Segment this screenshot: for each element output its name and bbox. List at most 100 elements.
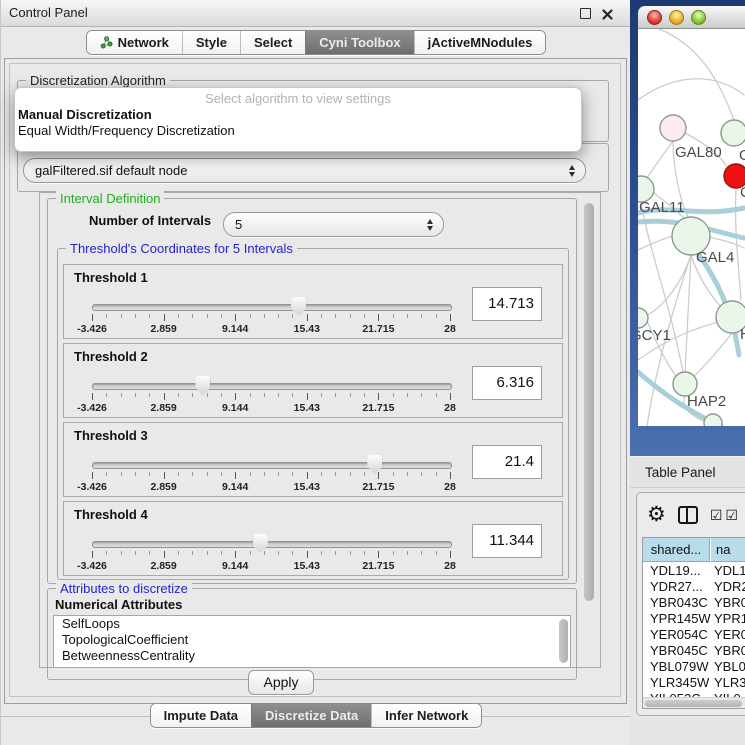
minimize-traffic-light-icon[interactable] — [669, 10, 684, 25]
tab-label: Discretize Data — [265, 708, 358, 723]
float-window-icon[interactable] — [580, 8, 591, 19]
network-edge[interactable] — [645, 316, 679, 380]
table-row[interactable]: YER054CYER0 — [643, 627, 745, 643]
table-row[interactable]: YPR145WYPR1 — [643, 611, 745, 627]
popup-options: Manual DiscretizationEqual Width/Frequen… — [15, 106, 581, 138]
close-traffic-light-icon[interactable] — [647, 10, 662, 25]
cell-name: YDR2 — [714, 579, 745, 595]
attribute-list-item[interactable]: SelfLoops — [54, 616, 570, 632]
network-node[interactable] — [660, 115, 686, 141]
cell-name: YPR1 — [714, 611, 745, 627]
table-row[interactable]: YBL079WYBL0 — [643, 659, 745, 675]
tab-jactivemnodules[interactable]: jActiveMNodules — [414, 31, 546, 54]
network-edge[interactable] — [659, 29, 734, 120]
tab-discretize-data[interactable]: Discretize Data — [251, 704, 371, 727]
checkbox-icon[interactable]: ☑ — [710, 507, 723, 524]
network-node[interactable] — [721, 120, 745, 146]
network-canvas[interactable]: GAL80GACGAL11GAL4GCY1HHAP2 — [638, 29, 745, 426]
attribute-list-item[interactable]: TopologicalCoefficient — [54, 632, 570, 648]
node-label: GAL11 — [639, 199, 685, 216]
node-label: GCY1 — [638, 327, 671, 344]
screen: Control Panel Network Style Select Cyni Too… — [0, 0, 745, 745]
gear-icon[interactable]: ⚙ — [647, 504, 666, 526]
table-data-combobox[interactable]: galFiltered.sif default node — [23, 158, 586, 183]
cell-name: YBR0 — [714, 595, 745, 611]
threshold-value-field[interactable]: 14.713 — [472, 287, 542, 321]
cell-shared-name: YDR27... — [650, 579, 703, 595]
tab-label: Cyni Toolbox — [319, 35, 400, 50]
cell-name: YLR3 — [714, 675, 745, 691]
table-panel-window: ⚙ ☑ ☑ shared... na YDL19...YDL1YDR27...Y… — [636, 492, 745, 716]
node-label: GAL4 — [696, 249, 734, 266]
bottom-segmented-control: Impute Data Discretize Data Infer Network — [150, 703, 483, 728]
popup-hint: Select algorithm to view settings — [15, 88, 581, 106]
slider-ticks — [92, 393, 450, 401]
cell-shared-name: YER054C — [650, 627, 708, 643]
node-label: H — [740, 326, 745, 343]
control-panel: Control Panel Network Style Select Cyni Too… — [0, 0, 631, 745]
list-scrollbar[interactable] — [559, 619, 568, 663]
slider-track[interactable] — [92, 383, 452, 390]
vertical-scrollbar[interactable] — [584, 203, 594, 601]
combo-arrows-icon — [569, 165, 575, 177]
apply-button[interactable]: Apply — [248, 670, 314, 695]
number-of-intervals-spinner[interactable]: 5 — [223, 212, 444, 237]
threshold-value-field[interactable]: 11.344 — [472, 524, 542, 558]
network-edge[interactable] — [685, 255, 691, 372]
slider-track[interactable] — [92, 541, 452, 548]
network-edge[interactable] — [694, 333, 732, 376]
table-row[interactable]: YBR043C YBR0 — [643, 595, 745, 611]
slider-scale-labels: -3.4262.8599.14415.4321.71528 — [92, 402, 450, 414]
node-label: C — [740, 184, 745, 201]
threshold-label: Threshold 3 — [74, 428, 148, 443]
number-of-intervals-label: Number of Intervals — [89, 213, 211, 228]
column-header-shared-name[interactable]: shared... — [643, 538, 710, 562]
top-tab-bar: Network Style Select Cyni Toolbox jActiveMNo… — [1, 30, 631, 55]
column-header-name[interactable]: na — [711, 538, 745, 562]
algorithm-option[interactable]: Manual Discretization — [15, 106, 581, 122]
network-edge[interactable] — [638, 79, 744, 100]
zoom-traffic-light-icon[interactable] — [691, 10, 706, 25]
spinner-arrows-icon — [427, 219, 433, 231]
tab-style[interactable]: Style — [182, 31, 240, 54]
network-node[interactable] — [704, 414, 722, 426]
cell-shared-name: YBR043C — [650, 595, 708, 611]
cell-shared-name: YBR045C — [650, 643, 708, 659]
table-row[interactable]: YDL19...YDL1 — [643, 563, 745, 579]
tab-network[interactable]: Network — [87, 31, 182, 54]
network-view-window: GAL80GACGAL11GAL4GCY1HHAP2 — [638, 6, 745, 426]
horizontal-scrollbar[interactable] — [643, 697, 745, 708]
tab-infer-network[interactable]: Infer Network — [371, 704, 481, 727]
network-icon — [100, 36, 113, 49]
tab-impute-data[interactable]: Impute Data — [151, 704, 251, 727]
slider-track[interactable] — [92, 304, 452, 311]
table-toolbar: ⚙ ☑ ☑ — [637, 499, 745, 531]
split-columns-icon[interactable] — [678, 506, 698, 524]
close-icon[interactable] — [602, 7, 613, 25]
table-data-value: galFiltered.sif default node — [35, 163, 187, 178]
attributes-listbox[interactable]: SelfLoopsTopologicalCoefficientBetweenne… — [53, 615, 571, 668]
group-title: Attributes to discretize — [56, 581, 192, 596]
network-desktop: GAL80GACGAL11GAL4GCY1HHAP2 — [630, 0, 745, 456]
checkbox-icon[interactable]: ☑ — [725, 507, 738, 524]
threshold-value-field[interactable]: 6.316 — [472, 366, 542, 400]
network-edge[interactable] — [644, 141, 673, 182]
table-row[interactable]: YBR045CYBR0 — [643, 643, 745, 659]
tab-label: Network — [118, 35, 169, 50]
attribute-list-item[interactable]: BetweennessCentrality — [54, 648, 570, 664]
panel-title: Control Panel — [9, 0, 88, 26]
network-node[interactable] — [638, 308, 648, 328]
slider-track[interactable] — [92, 462, 452, 469]
table-row[interactable]: YDR27... YDR2 — [643, 579, 745, 595]
table-row[interactable]: YLR345W YLR3 — [643, 675, 745, 691]
tab-cyni-toolbox[interactable]: Cyni Toolbox — [305, 31, 413, 54]
tab-select[interactable]: Select — [240, 31, 305, 54]
algorithm-option[interactable]: Equal Width/Frequency Discretization — [15, 122, 581, 138]
node-table[interactable]: shared... na YDL19...YDL1YDR27...YDR2YBR… — [642, 537, 745, 709]
tab-label: Infer Network — [385, 708, 468, 723]
threshold-label: Threshold 2 — [74, 349, 148, 364]
algorithm-dropdown-popup: Select algorithm to view settings Manual… — [14, 87, 582, 152]
cell-shared-name: YLR345W — [650, 675, 709, 691]
threshold-value-field[interactable]: 21.4 — [472, 445, 542, 479]
tab-label: Style — [196, 35, 227, 50]
